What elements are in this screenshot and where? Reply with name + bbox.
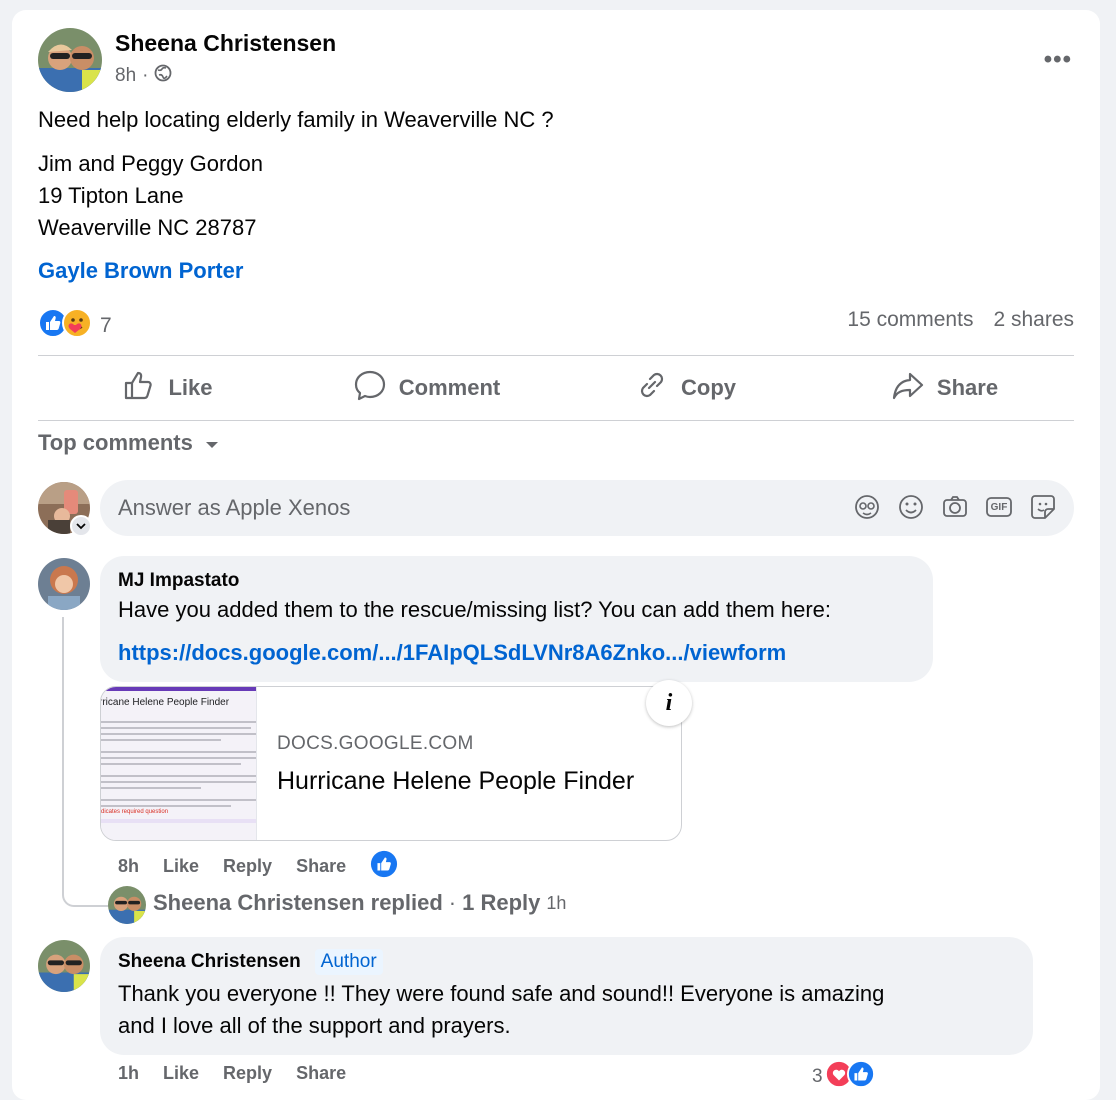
copy-label: Copy — [681, 375, 736, 400]
info-icon[interactable]: i — [646, 680, 692, 726]
comment-like-button[interactable]: Like — [163, 1063, 199, 1084]
shares-count[interactable]: 2 shares — [993, 308, 1074, 332]
share-label: Share — [936, 375, 999, 400]
comment-share-button[interactable]: Share — [296, 856, 346, 877]
comment-like-button[interactable]: Like — [163, 856, 199, 877]
avatar-sticker-icon[interactable] — [852, 492, 882, 522]
thumbs-up-icon — [122, 368, 156, 408]
comment-button[interactable]: Comment — [297, 362, 556, 414]
post-text: Need help locating elderly family in Wea… — [38, 107, 554, 132]
comment-sort-dropdown[interactable]: Top comments — [38, 430, 219, 456]
post-address-line1: Jim and Peggy Gordon — [38, 151, 264, 176]
comment-label: Comment — [398, 375, 501, 400]
comment-header: Sheena Christensen Author — [118, 949, 383, 975]
thumbnail-required-note: dicates required question — [101, 809, 169, 815]
sticker-icon[interactable] — [1028, 492, 1058, 522]
like-button[interactable]: Like — [38, 362, 297, 414]
comment-share-button[interactable]: Share — [296, 1063, 346, 1084]
reply-avatar[interactable] — [108, 886, 146, 924]
thumbnail-title: rricane Helene People Finder — [101, 697, 230, 708]
comment-bubble: MJ Impastato Have you added them to the … — [100, 556, 933, 682]
post-address-line3: Weaverville NC 28787 — [38, 215, 257, 240]
reaction-count: 7 — [100, 313, 112, 337]
gif-icon[interactable]: GIF — [984, 492, 1014, 522]
comment-text-line2: and I love all of the support and prayer… — [118, 1013, 511, 1038]
reply-count: 1 Reply — [462, 890, 541, 915]
comment-time[interactable]: 8h — [118, 856, 139, 877]
caret-down-icon — [205, 430, 219, 456]
author-avatar[interactable] — [38, 28, 102, 92]
post-card: Sheena Christensen 8h · ••• Need help lo… — [12, 10, 1100, 1100]
comment-bubble-icon — [353, 368, 387, 408]
author-badge: Author — [314, 949, 383, 975]
post-time[interactable]: 8h — [115, 65, 136, 87]
link-preview-domain: DOCS.GOOGLE.COM — [277, 733, 474, 754]
comment-input[interactable] — [118, 480, 818, 536]
divider-bottom — [38, 420, 1074, 421]
meta-separator: · — [142, 65, 149, 86]
replied-time: 1h — [546, 892, 567, 913]
comment-reply-button[interactable]: Reply — [223, 1063, 272, 1084]
account-switch-badge[interactable] — [70, 515, 92, 537]
link-preview-thumbnail: rricane Helene People Finder dicates req… — [101, 687, 257, 840]
reactions-summary[interactable]: 7 — [38, 308, 112, 343]
comment-link[interactable]: https://docs.google.com/.../1FAIpQLSdLVN… — [118, 640, 786, 666]
more-options-icon[interactable]: ••• — [1044, 46, 1072, 74]
camera-icon[interactable] — [940, 492, 970, 522]
composer-icons: GIF — [852, 492, 1058, 522]
post-meta: 8h · — [115, 64, 172, 88]
comments-count[interactable]: 15 comments — [847, 308, 973, 332]
comment-time[interactable]: 1h — [118, 1063, 139, 1084]
comment-like-reaction-icon[interactable] — [370, 850, 398, 883]
view-replies-link[interactable]: Sheena Christensen replied · 1 Reply 1h — [153, 890, 566, 916]
gif-label: GIF — [990, 502, 1008, 513]
post-action-bar: Like Comment Copy Share — [38, 362, 1074, 414]
comment-reactions[interactable]: 3 — [812, 1060, 875, 1093]
comment-actions: 8h Like Reply Share — [118, 850, 398, 883]
care-reaction-icon — [62, 308, 92, 343]
link-preview-title: Hurricane Helene People Finder — [277, 767, 635, 795]
comment-reaction-count: 3 — [812, 1065, 823, 1087]
comment-text: Have you added them to the rescue/missin… — [118, 597, 831, 622]
post-address-line2: 19 Tipton Lane — [38, 183, 184, 208]
replied-separator: · — [448, 890, 457, 915]
mention-link[interactable]: Gayle Brown Porter — [38, 258, 243, 284]
top-comments-label: Top comments — [38, 430, 193, 455]
chevron-down-icon — [76, 517, 86, 535]
like-reaction-icon — [846, 1060, 875, 1093]
comment-text-line1: Thank you everyone !! They were found sa… — [118, 981, 885, 1006]
commenter-avatar[interactable] — [38, 940, 90, 992]
emoji-icon[interactable] — [896, 492, 926, 522]
comment-bubble: Sheena Christensen Author Thank you ever… — [100, 937, 1033, 1055]
comment-composer: GIF — [100, 480, 1074, 536]
link-chain-icon — [635, 368, 669, 408]
replied-by-text: Sheena Christensen replied — [153, 890, 443, 915]
like-label: Like — [168, 375, 213, 400]
link-preview-card[interactable]: rricane Helene People Finder dicates req… — [100, 686, 682, 841]
post-stats: 15 comments 2 shares — [847, 308, 1074, 332]
comment-author[interactable]: Sheena Christensen — [118, 951, 301, 973]
comment-actions: 1h Like Reply Share — [118, 1063, 346, 1084]
commenter-avatar[interactable] — [38, 558, 90, 610]
comment-author[interactable]: MJ Impastato — [118, 570, 239, 592]
divider-top — [38, 355, 1074, 356]
comment-reply-button[interactable]: Reply — [223, 856, 272, 877]
share-button[interactable]: Share — [815, 362, 1074, 414]
post-author-name[interactable]: Sheena Christensen — [115, 30, 336, 57]
share-arrow-icon — [891, 368, 925, 408]
globe-icon — [154, 64, 172, 88]
copy-link-button[interactable]: Copy — [556, 362, 815, 414]
